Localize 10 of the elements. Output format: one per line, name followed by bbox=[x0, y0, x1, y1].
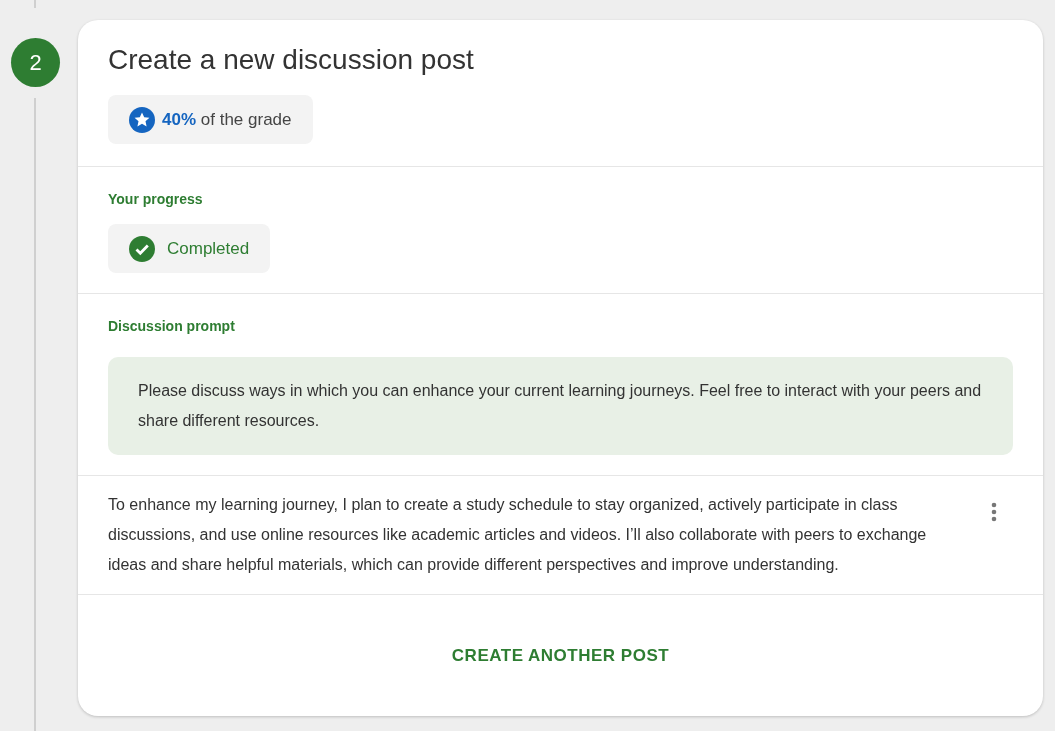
section-label: Discussion prompt bbox=[108, 317, 236, 336]
more-options-icon[interactable] bbox=[991, 502, 997, 522]
card-title: Create a new discussion post bbox=[108, 43, 475, 77]
post-text: To enhance my learning journey, I plan to create a study schedule to stay organized, actively participate in class discussions, and use online resources like academic articles and videos. I’ll also collaborate with peers to exchange ideas and share helpful materials, which can provide different perspectives and improve understanding. bbox=[108, 495, 928, 575]
status-text: Completed bbox=[167, 237, 250, 260]
grade-text: 40% of the grade bbox=[162, 108, 292, 131]
create-another-post-button[interactable]: CREATE ANOTHER POST bbox=[435, 634, 686, 677]
discussion-prompt: Please discuss ways in which you can enhance your current learning journeys. Feel free to interact with your peers and share different resources. bbox=[108, 357, 1013, 455]
step-number: 2 bbox=[11, 38, 60, 87]
section-label: Your progress bbox=[108, 190, 204, 209]
